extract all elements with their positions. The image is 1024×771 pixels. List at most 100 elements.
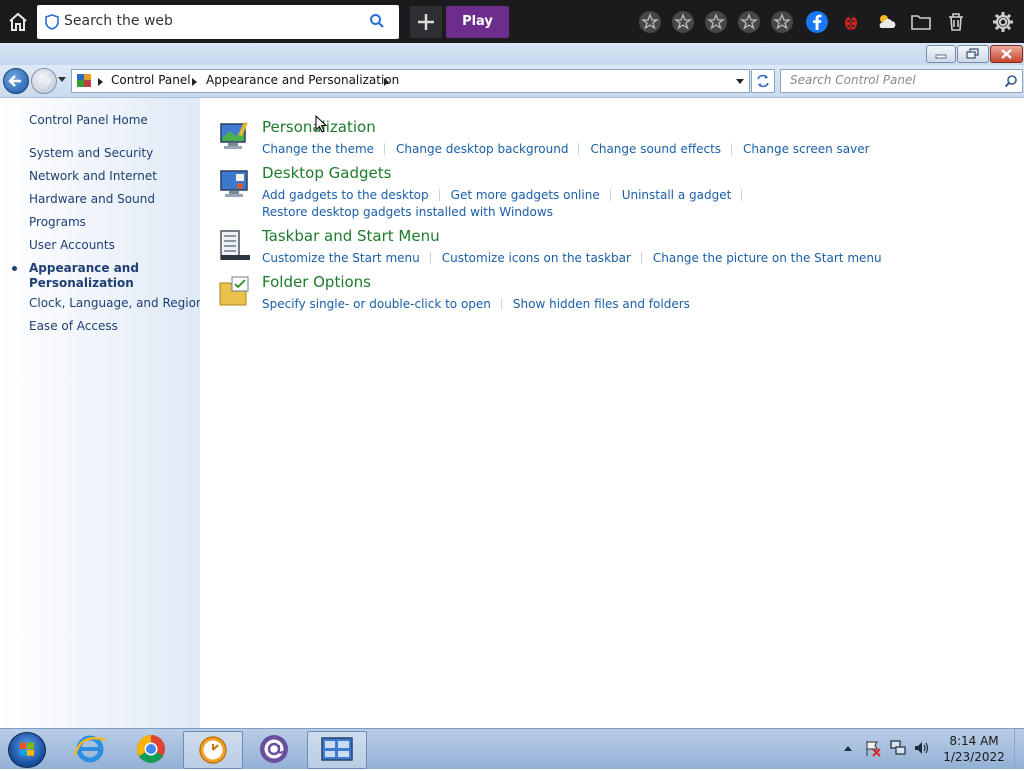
trash-icon[interactable] (944, 10, 968, 34)
show-desktop-button[interactable] (1014, 729, 1024, 769)
restore-button[interactable] (957, 45, 989, 63)
forward-arrow-icon (39, 75, 52, 87)
taskbar-internet-explorer[interactable] (61, 731, 119, 767)
back-arrow-icon (8, 75, 21, 87)
folder-options-icon (219, 276, 249, 306)
link-change-desktop-background[interactable]: Change desktop background (396, 142, 568, 156)
category-links: Specify single- or double-click to open S… (262, 297, 1022, 311)
facebook-icon[interactable] (805, 10, 829, 34)
minimize-icon (935, 54, 947, 59)
taskbar-chrome[interactable] (122, 731, 180, 767)
close-icon (1001, 49, 1012, 59)
nav-clock-language-region[interactable]: Clock, Language, and Region (29, 296, 204, 310)
category-title[interactable]: Folder Options (262, 273, 371, 291)
link-restore-gadgets[interactable]: Restore desktop gadgets installed with W… (262, 205, 553, 219)
category-title[interactable]: Desktop Gadgets (262, 164, 391, 182)
nav-programs[interactable]: Programs (29, 215, 86, 229)
gear-icon[interactable] (991, 10, 1015, 34)
link-separator (384, 143, 386, 155)
recent-pages-dropdown[interactable] (58, 77, 66, 82)
folder-icon[interactable] (909, 10, 933, 34)
play-button[interactable]: Play (446, 6, 509, 38)
star-icon[interactable] (704, 10, 728, 34)
category-links: Add gadgets to the desktop Get more gadge… (262, 188, 1022, 202)
forward-button[interactable] (31, 68, 57, 94)
home-icon[interactable] (6, 10, 30, 34)
ladybug-icon[interactable] (839, 10, 863, 34)
internet-explorer-icon (73, 735, 106, 763)
address-bar: Control Panel Appearance and Personaliza… (0, 65, 1024, 98)
volume-icon[interactable] (913, 739, 931, 757)
control-panel-home-link[interactable]: Control Panel Home (29, 113, 148, 127)
link-change-sound-effects[interactable]: Change sound effects (590, 142, 721, 156)
link-change-screen-saver[interactable]: Change screen saver (743, 142, 870, 156)
category-title[interactable]: Taskbar and Start Menu (262, 227, 440, 245)
shield-icon (45, 14, 59, 30)
link-separator (731, 143, 733, 155)
refresh-icon (757, 74, 769, 88)
taskbar-clock[interactable]: 8:14 AM 1/23/2022 (938, 733, 1010, 765)
link-separator (429, 252, 431, 264)
action-center-flag-icon[interactable] (864, 739, 882, 757)
breadcrumb-separator-icon[interactable] (98, 78, 103, 86)
link-get-more-gadgets[interactable]: Get more gadgets online (451, 188, 600, 202)
taskbar-at-sign-app[interactable] (245, 731, 303, 767)
refresh-button[interactable] (751, 69, 775, 93)
breadcrumb-separator-icon[interactable] (192, 78, 197, 86)
search-icon[interactable] (369, 13, 385, 29)
plus-icon (418, 14, 434, 30)
active-bullet-icon (12, 266, 17, 271)
link-customize-taskbar-icons[interactable]: Customize icons on the taskbar (442, 251, 631, 265)
star-icon[interactable] (638, 10, 662, 34)
link-change-start-picture[interactable]: Change the picture on the Start menu (653, 251, 882, 265)
nav-hardware-and-sound[interactable]: Hardware and Sound (29, 192, 155, 206)
close-button[interactable] (990, 45, 1023, 63)
search-icon[interactable] (1004, 74, 1018, 88)
windows-logo-icon (20, 742, 34, 756)
minimize-button[interactable] (926, 45, 956, 63)
breadcrumb-appearance[interactable]: Appearance and Personalization (206, 73, 399, 87)
left-nav-pane: Control Panel Home System and Security N… (0, 98, 204, 728)
category-links: Customize the Start menu Customize icons … (262, 251, 1022, 265)
network-icon[interactable] (889, 739, 907, 757)
taskbar-icon (220, 230, 250, 260)
taskbar-clock-app[interactable] (183, 731, 243, 769)
link-separator (640, 252, 642, 264)
control-panel-search-input[interactable]: Search Control Panel (780, 69, 1023, 93)
breadcrumb[interactable]: Control Panel Appearance and Personaliza… (71, 69, 750, 93)
breadcrumb-control-panel[interactable]: Control Panel (111, 73, 191, 87)
at-sign-app-icon (260, 735, 288, 763)
chrome-icon (137, 735, 165, 763)
star-icon[interactable] (671, 10, 695, 34)
nav-ease-of-access[interactable]: Ease of Access (29, 319, 118, 333)
link-customize-start-menu[interactable]: Customize the Start menu (262, 251, 420, 265)
show-hidden-icons-icon[interactable] (842, 743, 854, 753)
web-search-box[interactable]: Search the web (37, 5, 399, 39)
clock-date: 1/23/2022 (943, 750, 1005, 764)
search-placeholder: Search Control Panel (790, 73, 916, 87)
link-add-gadgets[interactable]: Add gadgets to the desktop (262, 188, 429, 202)
link-separator (578, 143, 580, 155)
link-uninstall-gadget[interactable]: Uninstall a gadget (622, 188, 732, 202)
nav-system-and-security[interactable]: System and Security (29, 146, 153, 160)
nav-appearance-and-personalization[interactable]: Appearance and Personalization (29, 261, 149, 291)
browser-toolbar: Search the web Play (0, 0, 1024, 43)
breadcrumb-separator-icon[interactable] (384, 78, 389, 86)
clock-app-icon (199, 736, 227, 764)
category-links: Change the theme Change desktop backgroun… (262, 142, 1022, 156)
weather-icon[interactable] (874, 10, 898, 34)
nav-network-and-internet[interactable]: Network and Internet (29, 169, 157, 183)
restore-icon (966, 48, 979, 59)
star-icon[interactable] (737, 10, 761, 34)
nav-user-accounts[interactable]: User Accounts (29, 238, 115, 252)
link-separator (609, 189, 611, 201)
taskbar-control-panel[interactable] (307, 731, 367, 769)
start-button[interactable] (8, 732, 46, 768)
new-tab-button[interactable] (410, 6, 442, 38)
star-icon[interactable] (770, 10, 794, 34)
link-show-hidden-files[interactable]: Show hidden files and folders (513, 297, 690, 311)
back-button[interactable] (3, 68, 29, 94)
link-change-theme[interactable]: Change the theme (262, 142, 374, 156)
address-history-dropdown[interactable] (736, 79, 744, 84)
link-single-double-click[interactable]: Specify single- or double-click to open (262, 297, 491, 311)
